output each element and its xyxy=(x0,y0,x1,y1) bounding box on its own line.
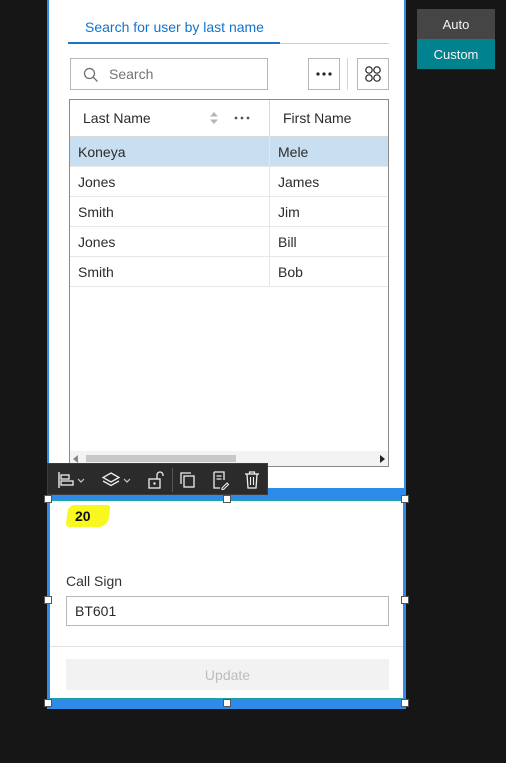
unlock-icon xyxy=(148,471,164,489)
cell-last-name: Smith xyxy=(78,204,114,220)
ellipsis-icon xyxy=(316,72,332,76)
layout-button[interactable] xyxy=(357,58,389,90)
sort-icon[interactable] xyxy=(209,111,219,125)
table-row[interactable]: Jones James xyxy=(70,167,388,197)
form-content: 20 Call Sign Update xyxy=(49,500,404,699)
resize-handle[interactable] xyxy=(401,495,409,503)
cell-first-name: Jim xyxy=(278,204,300,220)
cell-first-name: James xyxy=(278,174,320,190)
grid-circles-icon xyxy=(365,66,381,82)
resize-handle[interactable] xyxy=(44,596,52,604)
auto-mode-button[interactable]: Auto xyxy=(417,9,495,39)
cell-separator xyxy=(269,137,270,167)
resize-handle[interactable] xyxy=(401,596,409,604)
column-header-first-name[interactable]: First Name xyxy=(283,100,351,136)
custom-mode-button[interactable]: Custom xyxy=(417,39,495,69)
resize-handle[interactable] xyxy=(44,495,52,503)
cell-last-name: Jones xyxy=(78,174,116,190)
delete-button[interactable] xyxy=(242,468,262,492)
tab-search-by-last-name[interactable]: Search for user by last name xyxy=(85,19,264,35)
cell-separator xyxy=(269,227,270,257)
cell-last-name: Smith xyxy=(78,264,114,280)
tab-bar-line xyxy=(280,43,389,44)
resize-handle[interactable] xyxy=(44,699,52,707)
duplicate-button[interactable] xyxy=(178,468,198,492)
cell-first-name: Mele xyxy=(278,144,309,160)
cell-separator xyxy=(269,197,270,227)
toolbar-separator xyxy=(172,468,173,492)
column-menu-icon[interactable] xyxy=(234,116,250,120)
cell-first-name: Bill xyxy=(278,234,297,250)
resize-handle[interactable] xyxy=(223,699,231,707)
arrange-dropdown-button[interactable] xyxy=(100,468,134,492)
align-dropdown-button[interactable] xyxy=(56,468,88,492)
cell-last-name: Jones xyxy=(78,234,116,250)
cell-last-name: Koneya xyxy=(78,144,126,160)
update-button[interactable]: Update xyxy=(66,659,389,690)
column-header-last-name[interactable]: Last Name xyxy=(83,100,151,136)
form-widget[interactable]: 20 Call Sign Update xyxy=(47,490,406,709)
mode-toggle: Auto Custom xyxy=(417,9,495,69)
scroll-left-icon[interactable] xyxy=(73,455,79,463)
table-header: Last Name First Name xyxy=(70,100,388,137)
align-left-icon xyxy=(58,472,85,488)
search-icon xyxy=(83,67,98,82)
widget-toolbar xyxy=(47,463,268,495)
scroll-right-icon[interactable] xyxy=(379,455,385,463)
list-widget-content: Search for user by last name Search Last… xyxy=(51,0,402,486)
table-row[interactable]: Jones Bill xyxy=(70,227,388,257)
list-widget[interactable]: Search for user by last name Search Last… xyxy=(47,0,406,490)
call-sign-label: Call Sign xyxy=(66,573,123,589)
resize-handle[interactable] xyxy=(401,699,409,707)
column-separator[interactable] xyxy=(269,100,270,136)
toolbar-divider xyxy=(347,58,348,90)
call-sign-field[interactable] xyxy=(66,596,389,626)
cell-separator xyxy=(269,167,270,197)
save-template-button[interactable] xyxy=(210,468,230,492)
resize-handle[interactable] xyxy=(223,495,231,503)
trash-icon xyxy=(245,471,259,489)
count-value: 20 xyxy=(75,508,91,524)
copy-icon xyxy=(180,472,195,488)
cell-first-name: Bob xyxy=(278,264,303,280)
active-tab-underline xyxy=(68,42,280,44)
table-row[interactable]: Smith Bob xyxy=(70,257,388,287)
cell-separator xyxy=(269,257,270,287)
table-row[interactable]: Koneya Mele xyxy=(70,137,388,167)
more-options-button[interactable] xyxy=(308,58,340,90)
search-input[interactable] xyxy=(109,64,259,84)
document-edit-icon xyxy=(213,471,230,491)
table-row[interactable]: Smith Jim xyxy=(70,197,388,227)
search-box[interactable] xyxy=(70,58,268,90)
lock-button[interactable] xyxy=(146,468,166,492)
user-table[interactable]: Last Name First Name Koneya Mele Jones J… xyxy=(69,99,389,467)
scrollbar-thumb[interactable] xyxy=(86,455,236,462)
form-divider xyxy=(50,646,403,647)
layers-icon xyxy=(101,472,131,487)
